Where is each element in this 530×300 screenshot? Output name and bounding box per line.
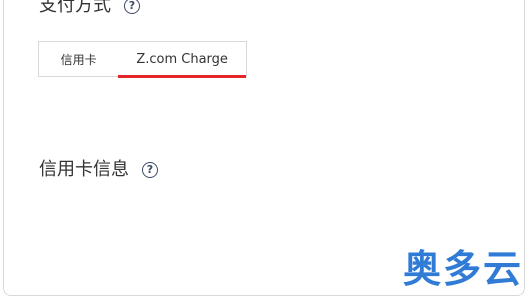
payment-method-tabs: 信用卡 Z.com Charge <box>38 41 247 78</box>
payment-method-heading: 支付方式 ? <box>39 0 140 17</box>
tab-zcom-charge[interactable]: Z.com Charge <box>118 42 246 78</box>
page: 支付方式 ? 信用卡 Z.com Charge 信用卡信息 ? 奥多云 <box>0 0 530 300</box>
credit-card-info-heading: 信用卡信息 ? <box>39 159 158 181</box>
tab-credit-card[interactable]: 信用卡 <box>39 42 118 76</box>
credit-card-info-title: 信用卡信息 <box>39 159 129 180</box>
payment-method-title: 支付方式 <box>39 0 111 16</box>
tab-credit-card-label: 信用卡 <box>60 52 97 67</box>
tab-zcom-charge-label: Z.com Charge <box>136 51 228 67</box>
watermark-logo: 奥多云 <box>403 247 524 291</box>
card-info-help-icon[interactable]: ? <box>142 162 158 178</box>
payment-help-icon[interactable]: ? <box>124 0 140 14</box>
